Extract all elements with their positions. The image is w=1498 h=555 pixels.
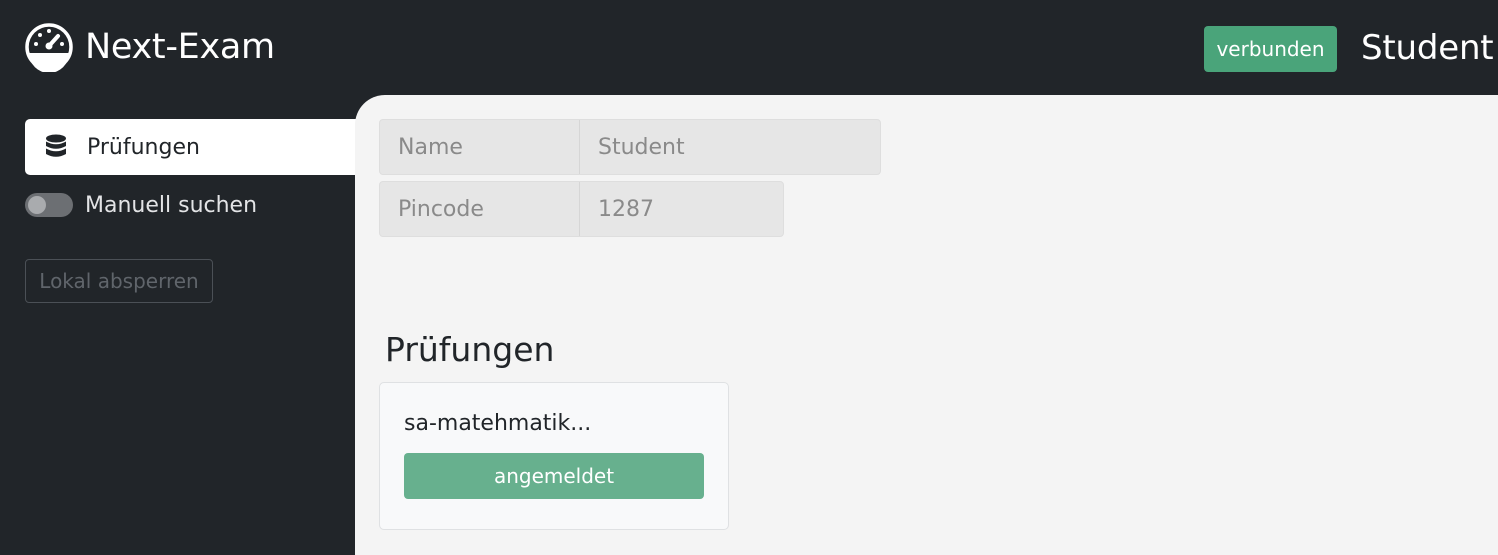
name-field-label: Name: [380, 120, 580, 174]
name-field-value: Student: [598, 134, 685, 160]
manual-search-label: Manuell suchen: [85, 192, 258, 218]
database-icon: [46, 134, 66, 157]
toggle-knob: [28, 196, 46, 214]
section-title: Prüfungen: [385, 330, 555, 369]
pincode-field-label: Pincode: [380, 182, 580, 236]
app-title: Next-Exam: [85, 27, 275, 67]
pincode-field: Pincode 1287: [379, 181, 784, 237]
exam-registered-button[interactable]: angemeldet: [404, 453, 704, 499]
main-panel: Name Student Pincode 1287 Prüfungen sa-m…: [355, 95, 1498, 555]
exam-name: sa-matehmatik...: [404, 411, 592, 436]
connection-status-badge: verbunden: [1204, 26, 1337, 72]
name-field: Name Student: [379, 119, 881, 175]
manual-search-toggle[interactable]: [25, 193, 73, 217]
manual-search-row: Manuell suchen: [25, 190, 257, 220]
pincode-field-value: 1287: [598, 196, 654, 222]
sidebar-item-pruefungen[interactable]: Prüfungen: [25, 119, 356, 175]
user-name: Student: [1361, 28, 1494, 68]
speedometer-icon: [25, 23, 73, 72]
top-bar: Next-Exam verbunden Student: [0, 0, 1498, 95]
exam-card: sa-matehmatik... angemeldet: [379, 382, 729, 530]
sidebar-item-label: Prüfungen: [87, 134, 200, 160]
local-lock-button[interactable]: Lokal absperren: [25, 259, 213, 303]
